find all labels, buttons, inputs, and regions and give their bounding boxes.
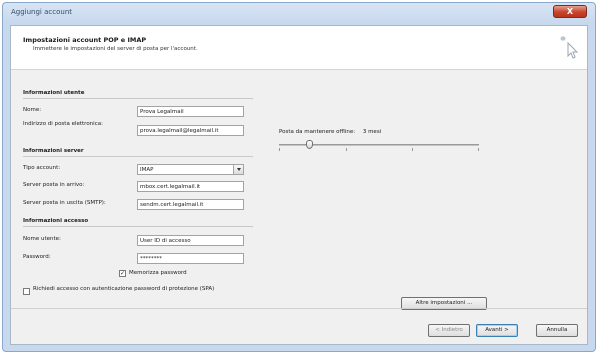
account-type-label: Tipo account: — [23, 165, 61, 171]
page-title: Impostazioni account POP e IMAP — [23, 36, 147, 44]
outgoing-server-field[interactable]: sendm.cert.legalmail.it — [137, 199, 244, 210]
email-field[interactable]: prova.legalmail@legalmail.it — [137, 125, 244, 136]
cancel-button[interactable]: Annulla — [536, 324, 578, 337]
user-info-heading: Informazioni utente — [23, 90, 85, 96]
next-button[interactable]: Avanti > — [476, 324, 518, 337]
window-title: Aggiungi account — [11, 8, 72, 16]
password-label: Password: — [23, 254, 51, 260]
title-bar: Aggiungi account X — [3, 3, 595, 23]
section-divider — [23, 226, 253, 227]
offline-mail-text: Posta da mantenere offline: — [279, 129, 356, 135]
chevron-down-icon[interactable] — [233, 165, 243, 174]
slider-tick — [346, 148, 347, 151]
section-divider — [23, 156, 253, 157]
offline-mail-value: 3 mesi — [362, 129, 382, 135]
username-label: Nome utente: — [23, 236, 61, 242]
remember-password-label: Memorizza password — [129, 270, 187, 276]
spa-label: Richiedi accesso con autenticazione pass… — [33, 286, 215, 292]
account-settings-icon — [557, 34, 579, 62]
username-field[interactable]: User ID di accesso — [137, 235, 244, 246]
spa-checkbox[interactable] — [23, 288, 30, 295]
email-label: Indirizzo di posta elettronica: — [23, 121, 103, 127]
close-icon: X — [566, 7, 574, 16]
footer-divider — [11, 308, 587, 309]
page-subtitle: Immettere le impostazioni del server di … — [33, 46, 198, 52]
back-button[interactable]: < Indietro — [428, 324, 470, 337]
incoming-server-label: Server posta in arrivo: — [23, 182, 85, 188]
name-label: Nome: — [23, 107, 42, 113]
account-type-value: IMAP — [140, 167, 154, 173]
outgoing-server-label: Server posta in uscita (SMTP): — [23, 200, 106, 206]
slider-tick — [279, 148, 280, 151]
dialog-header: Impostazioni account POP e IMAP Immetter… — [11, 26, 587, 70]
account-type-select[interactable]: IMAP — [137, 164, 244, 175]
section-divider — [23, 98, 253, 99]
remember-password-checkbox[interactable]: ✓ — [119, 270, 126, 277]
password-field[interactable]: ******** — [137, 253, 244, 264]
add-account-dialog: Aggiungi account X Impostazioni account … — [2, 2, 596, 352]
offline-slider-thumb[interactable] — [306, 140, 313, 149]
slider-tick — [412, 148, 413, 151]
offline-mail-label: Posta da mantenere offline: 3 mesi — [279, 129, 381, 136]
server-info-heading: Informazioni server — [23, 148, 84, 154]
incoming-server-field[interactable]: mbox.cert.legalmail.it — [137, 181, 244, 192]
name-field[interactable]: Prova Legalmail — [137, 106, 244, 117]
logon-info-heading: Informazioni accesso — [23, 218, 89, 224]
slider-tick — [478, 148, 479, 151]
dialog-body: Impostazioni account POP e IMAP Immetter… — [10, 25, 588, 345]
close-button[interactable]: X — [553, 5, 587, 18]
